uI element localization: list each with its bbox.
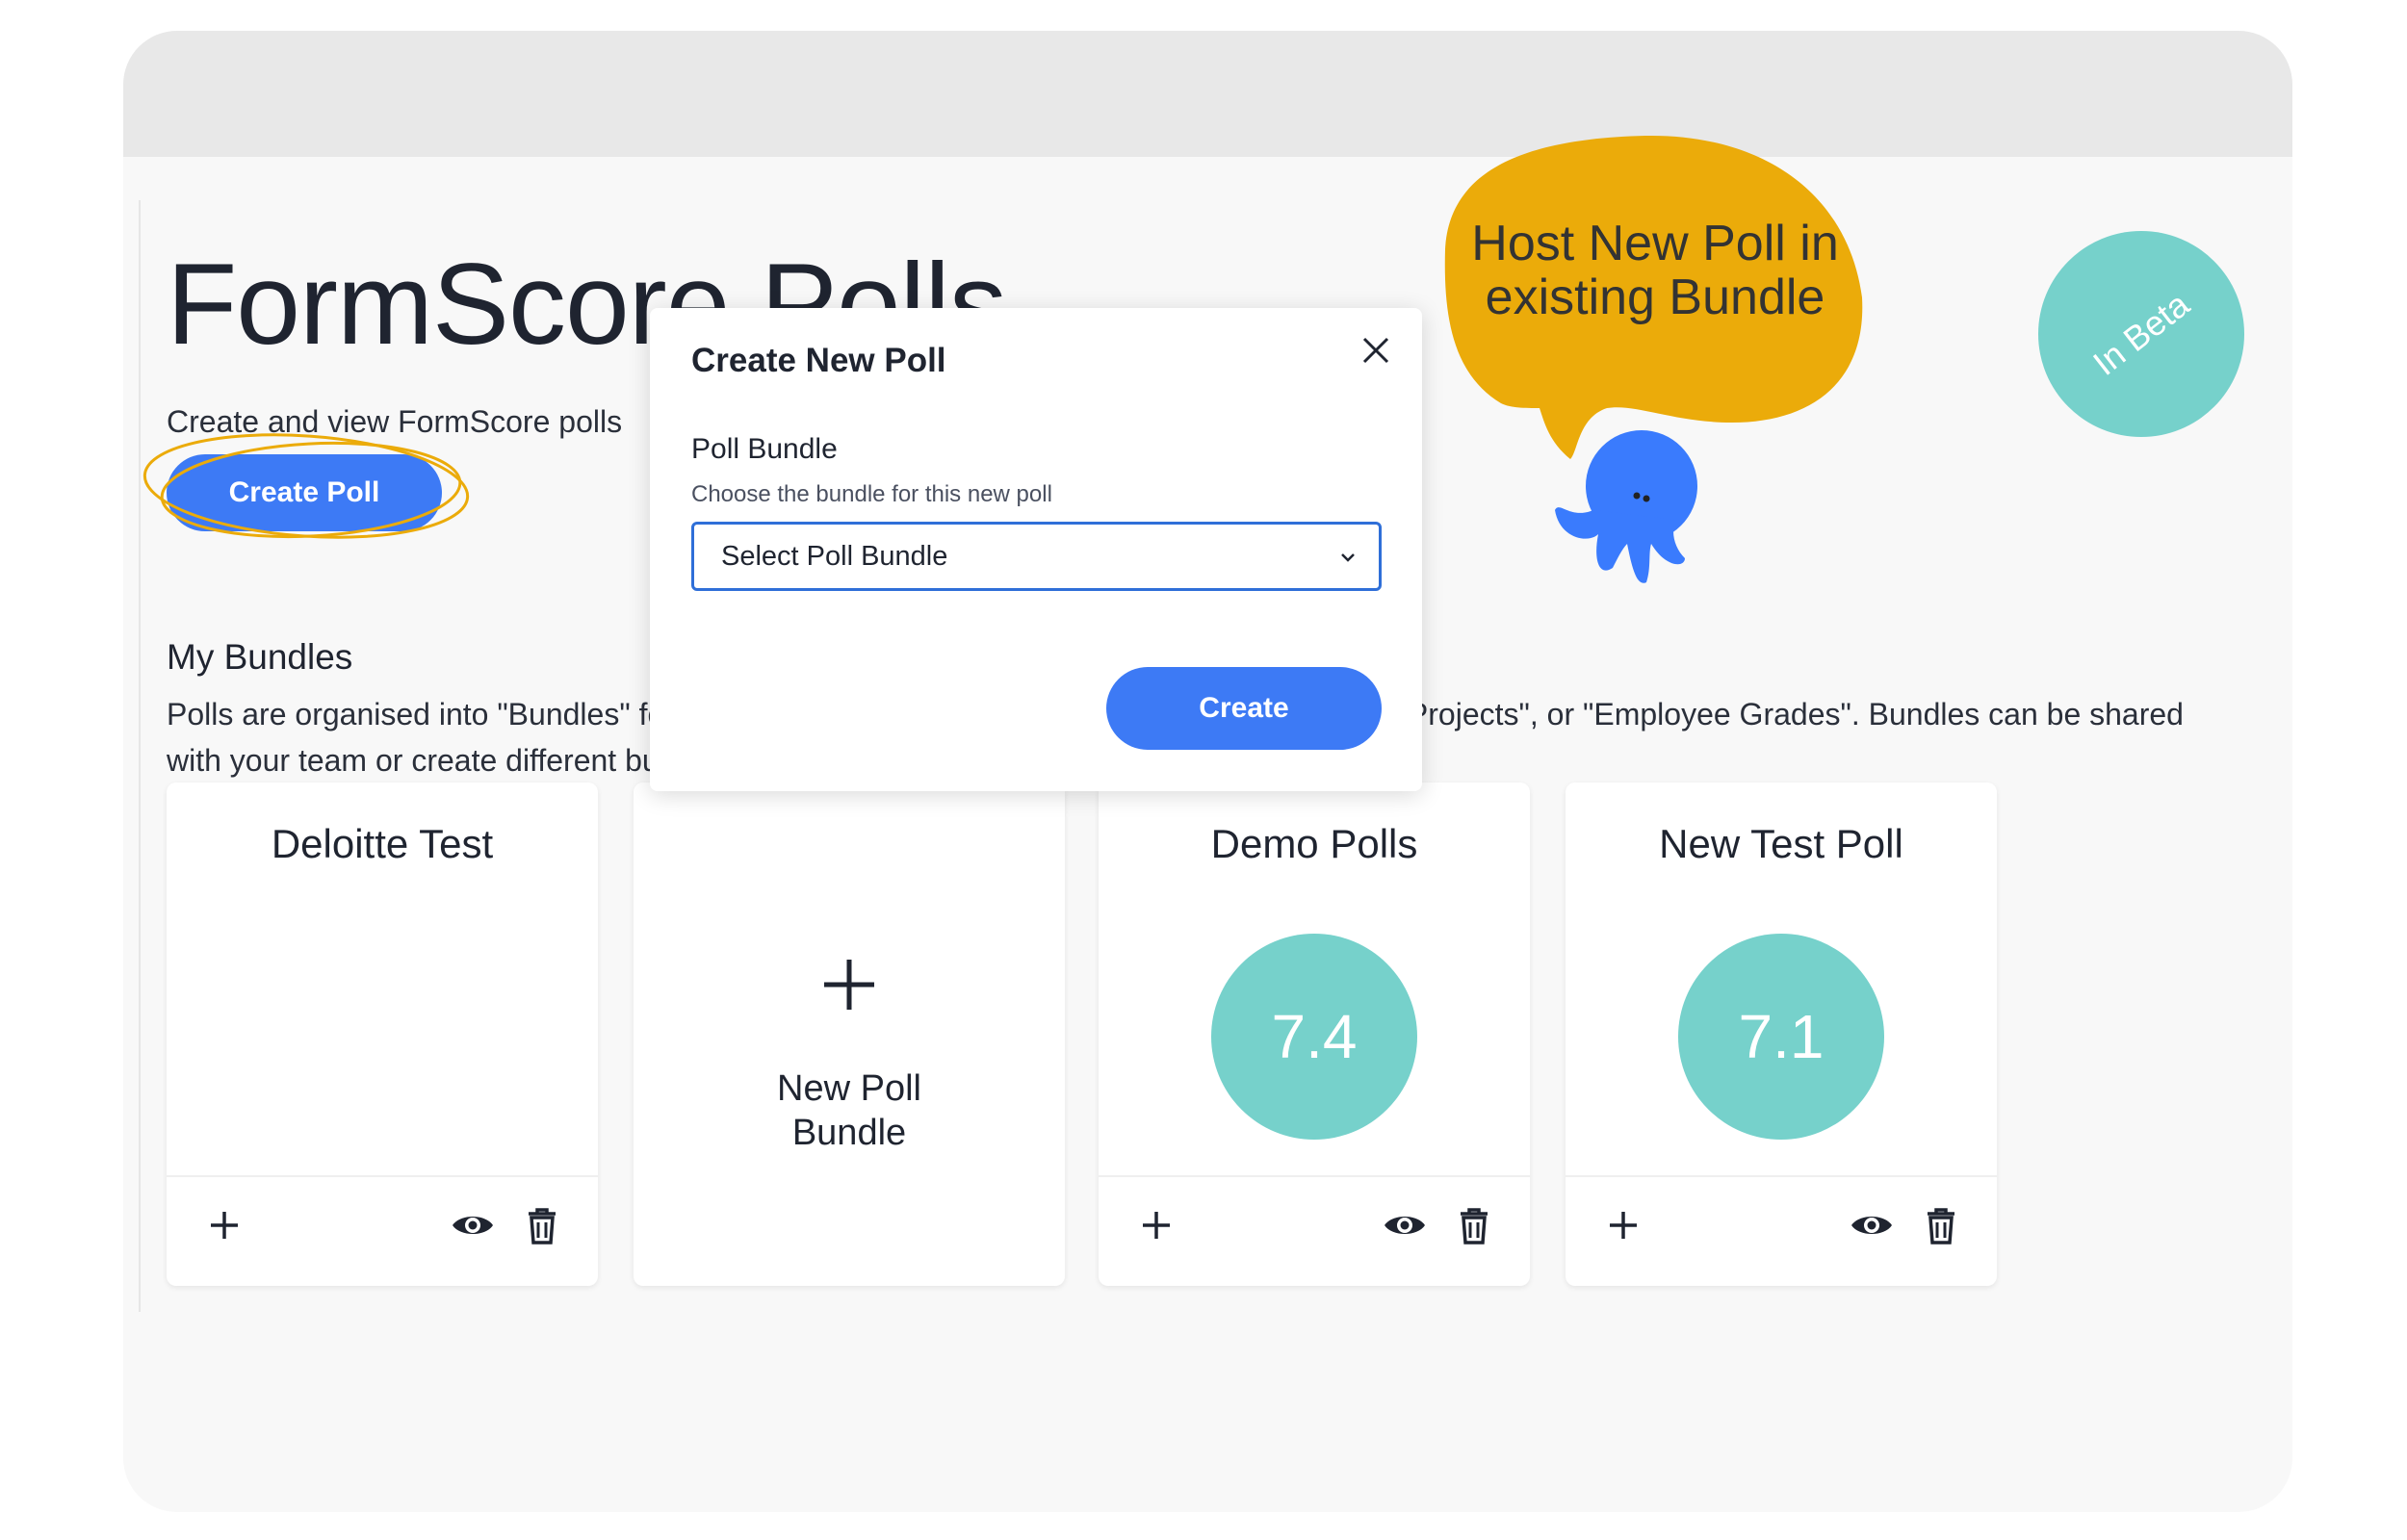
eye-icon[interactable]: [451, 1206, 495, 1245]
plus-icon[interactable]: [205, 1206, 244, 1245]
modal-title: Create New Poll: [691, 342, 946, 379]
close-icon[interactable]: [1359, 333, 1393, 368]
bundles-heading: My Bundles: [167, 637, 353, 677]
poll-bundle-select[interactable]: Select Poll Bundle: [691, 522, 1382, 591]
highlight-scribble: [142, 433, 470, 539]
card-title: New Test Poll: [1659, 821, 1903, 866]
card-title: Deloitte Test: [271, 821, 494, 866]
new-bundle-card[interactable]: New Poll Bundle: [634, 783, 1065, 1286]
eye-icon[interactable]: [1383, 1206, 1427, 1245]
poll-bundle-label: Poll Bundle: [691, 433, 838, 465]
card-divider: [167, 1175, 598, 1177]
plus-icon[interactable]: [1604, 1206, 1643, 1245]
create-button[interactable]: Create: [1106, 667, 1382, 750]
trash-icon[interactable]: [1455, 1206, 1493, 1245]
create-poll-modal: Create New Poll Poll Bundle Choose the b…: [650, 308, 1422, 791]
octopus-mascot-icon: [1555, 430, 1697, 583]
bundle-card[interactable]: Deloitte Test: [167, 783, 598, 1286]
trash-icon[interactable]: [523, 1206, 561, 1245]
bundle-card[interactable]: Demo Polls 7.4: [1099, 783, 1530, 1286]
callout-text: Host New Poll in existing Bundle: [1471, 216, 1839, 325]
top-bar: [123, 31, 2292, 157]
eye-icon[interactable]: [1850, 1206, 1894, 1245]
card-divider: [1099, 1175, 1530, 1177]
divider: [139, 200, 141, 1312]
card-title: Demo Polls: [1210, 821, 1418, 866]
card-divider: [1566, 1175, 1997, 1177]
beta-badge: In Beta: [2038, 231, 2244, 437]
new-bundle-label: New Poll Bundle: [777, 1068, 921, 1153]
plus-icon: [824, 960, 874, 1010]
bundle-card[interactable]: New Test Poll 7.1: [1566, 783, 1997, 1286]
score-badge: 7.1: [1678, 934, 1884, 1140]
beta-label: In Beta: [2085, 284, 2197, 383]
poll-bundle-help: Choose the bundle for this new poll: [691, 481, 1052, 507]
chevron-down-icon: [1341, 553, 1355, 562]
trash-icon[interactable]: [1922, 1206, 1960, 1245]
score-badge: 7.4: [1211, 934, 1417, 1140]
plus-icon[interactable]: [1137, 1206, 1176, 1245]
select-value: Select Poll Bundle: [721, 540, 948, 572]
